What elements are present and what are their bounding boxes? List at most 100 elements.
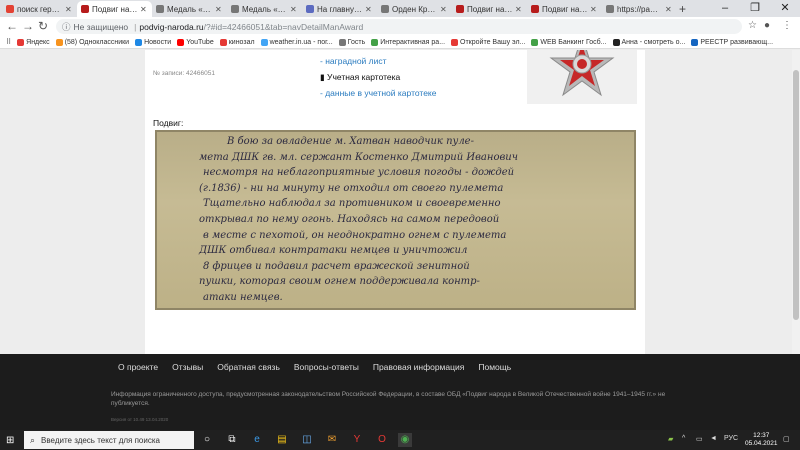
- handwritten-line: 8 фрицев и подавил расчет вражеской зени…: [203, 260, 470, 272]
- handwritten-line: открывал по нему огонь. Находясь на само…: [199, 214, 500, 225]
- bookmark-label: Яндекс: [26, 38, 50, 46]
- bookmark-item[interactable]: Интерактивная ра...: [371, 38, 446, 46]
- star-icon[interactable]: ☆: [748, 20, 757, 31]
- footer-nav-link[interactable]: О проекте: [118, 362, 158, 372]
- info-icon[interactable]: ⓘ: [62, 21, 71, 33]
- tab-favicon-icon: [531, 5, 539, 13]
- browser-tab[interactable]: Подвиг народа✕: [452, 1, 527, 17]
- browser-tab[interactable]: Медаль «За от✕: [227, 1, 302, 17]
- bookmark-item[interactable]: РЕЕСТР развивающ...: [691, 38, 773, 46]
- close-window-button[interactable]: ✕: [770, 0, 800, 17]
- tab-title: поиск героев по: [17, 4, 63, 14]
- tab-close-icon[interactable]: ✕: [365, 5, 373, 14]
- footer-nav-link[interactable]: Помощь: [478, 362, 511, 372]
- minimize-button[interactable]: –: [710, 0, 740, 17]
- taskbar-clock[interactable]: 12:37 05.04.2021: [745, 432, 778, 448]
- mail-icon[interactable]: ✉: [325, 433, 339, 447]
- red-star-order-icon: [549, 50, 615, 97]
- handwritten-line: в месте с пехотой, он неоднократно огнем…: [203, 229, 507, 241]
- nvidia-icon[interactable]: ▰: [668, 435, 673, 443]
- card-file-label: Учетная картотека: [327, 72, 401, 82]
- windows-start-icon[interactable]: ⊞: [6, 435, 14, 446]
- menu-icon[interactable]: ⋮: [782, 20, 792, 31]
- browser-tab[interactable]: Орден Красной✕: [377, 1, 452, 17]
- tab-close-icon[interactable]: ✕: [140, 5, 148, 14]
- bookmark-item[interactable]: weather.in.ua - пог...: [260, 38, 333, 46]
- bookmark-favicon-icon: [451, 38, 459, 46]
- bookmark-label: Гость: [347, 38, 366, 46]
- handwritten-line: атаки немцев.: [203, 292, 283, 303]
- footer-nav-link[interactable]: Вопросы-ответы: [294, 362, 359, 372]
- footer-nav-link[interactable]: Правовая информация: [373, 362, 465, 372]
- footer-version: Версия от 10.49 13.04.2020: [111, 417, 169, 422]
- forward-icon[interactable]: →: [22, 19, 34, 33]
- footer-nav-link[interactable]: Отзывы: [172, 362, 203, 372]
- award-sheet-link[interactable]: - наградной лист: [320, 53, 436, 69]
- handwritten-line: Тщательно наблюдал за противником и свое…: [203, 198, 501, 210]
- browser-tab[interactable]: Медаль «За от✕: [152, 1, 227, 17]
- tab-title: На главную стр: [317, 4, 363, 14]
- bookmark-item[interactable]: YouTube: [177, 38, 214, 46]
- card-data-link[interactable]: - данные в учетной картотеке: [320, 85, 436, 101]
- tab-close-icon[interactable]: ✕: [440, 5, 448, 14]
- language-indicator[interactable]: РУС: [724, 435, 738, 442]
- bookmark-item[interactable]: WEB Банкинг Госб...: [531, 38, 607, 46]
- tab-close-icon[interactable]: ✕: [665, 5, 673, 14]
- browser-tab[interactable]: На главную стр✕: [302, 1, 377, 17]
- browser-tab[interactable]: поиск героев по✕: [2, 1, 77, 17]
- notifications-icon[interactable]: ▢: [783, 435, 790, 443]
- scrollbar-thumb[interactable]: [793, 70, 799, 320]
- bookmark-label: Интерактивная ра...: [380, 38, 446, 46]
- page-scrollbar[interactable]: [792, 50, 800, 354]
- bookmark-label: YouTube: [186, 38, 214, 46]
- tab-close-icon[interactable]: ✕: [590, 5, 598, 14]
- file-explorer-icon[interactable]: ▤: [275, 433, 289, 447]
- maximize-button[interactable]: ❐: [740, 0, 770, 17]
- bookmark-label: (58) Одноклассники: [64, 38, 130, 46]
- store-icon[interactable]: ◫: [300, 433, 314, 447]
- tab-close-icon[interactable]: ✕: [215, 5, 223, 14]
- bookmark-favicon-icon: [691, 38, 699, 46]
- bookmark-item[interactable]: Новости: [135, 38, 171, 46]
- cortana-icon[interactable]: ○: [200, 433, 214, 447]
- chrome-icon[interactable]: ◉: [398, 433, 412, 447]
- task-view-icon[interactable]: ⧉: [225, 433, 239, 447]
- tray-overflow-icon[interactable]: ^: [682, 435, 685, 442]
- edge-icon[interactable]: e: [250, 433, 264, 447]
- new-tab-button[interactable]: +: [679, 2, 686, 16]
- divider: |: [134, 21, 137, 32]
- network-icon[interactable]: ▭: [696, 435, 703, 443]
- browser-tab[interactable]: https://pamyat-✕: [602, 1, 677, 17]
- bookmark-item[interactable]: Гость: [338, 38, 366, 46]
- profile-icon[interactable]: ●: [764, 20, 770, 31]
- search-icon: ⌕: [30, 434, 36, 445]
- tab-close-icon[interactable]: ✕: [290, 5, 298, 14]
- address-bar[interactable]: ⓘ Не защищено | podvig-naroda.ru /?#id=4…: [56, 19, 742, 34]
- bookmark-favicon-icon: [531, 38, 539, 46]
- browser-tab[interactable]: Подвиг народа✕: [527, 1, 602, 17]
- taskbar-search[interactable]: ⌕ Введите здесь текст для поиска: [24, 431, 194, 449]
- handwritten-line: несмотря на неблагоприятные условия пого…: [203, 167, 515, 179]
- bookmark-label: weather.in.ua - пог...: [269, 38, 333, 46]
- bookmark-item[interactable]: Анна - смотреть о...: [612, 38, 685, 46]
- bookmark-item[interactable]: (58) Одноклассники: [55, 38, 130, 46]
- reload-icon[interactable]: ↻: [38, 19, 48, 33]
- footer-nav-link[interactable]: Обратная связь: [217, 362, 280, 372]
- volume-icon[interactable]: ◄: [710, 435, 717, 442]
- browser-tab[interactable]: Подвиг народа✕: [77, 1, 152, 17]
- security-status: Не защищено: [73, 21, 129, 32]
- yandex-browser-icon[interactable]: Y: [350, 433, 364, 447]
- tab-close-icon[interactable]: ✕: [515, 5, 523, 14]
- apps-icon[interactable]: ⠿: [6, 38, 11, 46]
- back-icon[interactable]: ←: [6, 19, 18, 33]
- page-viewport: № записи: 42466051 - наградной лист ▮ Уч…: [0, 50, 792, 354]
- tab-favicon-icon: [231, 5, 239, 13]
- opera-icon[interactable]: O: [375, 433, 389, 447]
- bookmark-item[interactable]: Яндекс: [17, 38, 50, 46]
- bookmark-item[interactable]: кинозал: [219, 38, 255, 46]
- handwritten-line: ДШК отбивал контратаки немцев и уничтожи…: [199, 245, 468, 257]
- bookmark-item[interactable]: Откройте Вашу эл...: [451, 38, 525, 46]
- tab-close-icon[interactable]: ✕: [65, 5, 73, 14]
- tab-title: https://pamyat-: [617, 4, 663, 14]
- tab-title: Подвиг народа: [542, 4, 588, 14]
